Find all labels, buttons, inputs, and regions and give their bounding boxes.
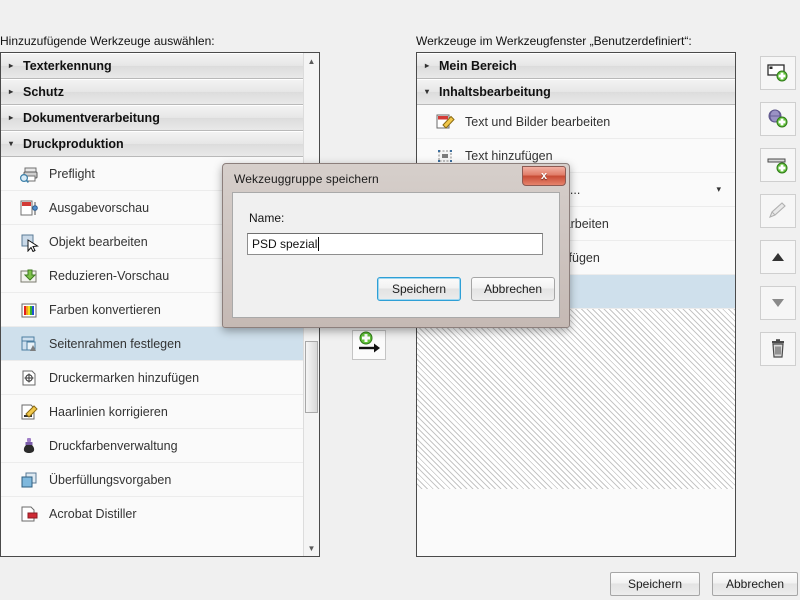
cancel-button[interactable]: Abbrechen: [712, 572, 798, 596]
dialog-title: Wekzeuggruppe speichern: [234, 171, 379, 186]
list-item-label: Acrobat Distiller: [49, 506, 137, 521]
set-page-boxes-icon: [19, 334, 39, 354]
text-caret: [318, 237, 320, 251]
ink-manager-icon: [19, 436, 39, 456]
group-row-mein-bereich[interactable]: ▸ Mein Bereich: [417, 53, 735, 79]
list-item-label: Farben konvertieren: [49, 302, 161, 317]
flattener-preview-icon: [19, 266, 39, 286]
acrobat-distiller-icon: [19, 504, 39, 524]
add-divider-icon: [767, 158, 788, 174]
group-row-dokumentverarbeitung[interactable]: ▸ Dokumentverarbeitung: [1, 105, 303, 131]
list-item-label: Objekt bearbeiten: [49, 234, 148, 249]
save-toolset-dialog: Wekzeuggruppe speichern x Name: PSD spez…: [222, 163, 570, 328]
group-row-schutz[interactable]: ▸ Schutz: [1, 79, 303, 105]
dialog-body: Name: PSD spezial Speichern Abbrechen: [232, 192, 560, 318]
group-label: Mein Bereich: [439, 59, 517, 73]
trap-presets-icon: [19, 470, 39, 490]
list-item-label: Seitenrahmen festlegen: [49, 336, 182, 351]
dialog-cancel-button[interactable]: Abbrechen: [471, 277, 555, 301]
dialog-save-button[interactable]: Speichern: [377, 277, 461, 301]
list-item-label: Überfüllungsvorgaben: [49, 472, 172, 487]
add-group-button[interactable]: [760, 102, 796, 136]
list-item[interactable]: Haarlinien korrigieren: [1, 395, 303, 429]
trash-icon: [772, 339, 784, 358]
chevron-right-icon: ▸: [9, 87, 14, 96]
add-group-icon: [768, 109, 788, 128]
add-divider-button[interactable]: [760, 148, 796, 182]
name-label: Name:: [249, 211, 285, 225]
list-item-label: Druckermarken hinzufügen: [49, 370, 200, 385]
list-item-label: Haarlinien korrigieren: [49, 404, 168, 419]
add-to-right-button[interactable]: [352, 330, 386, 360]
add-printer-marks-icon: [19, 368, 39, 388]
group-row-inhaltsbearbeitung[interactable]: ▾ Inhaltsbearbeitung: [417, 79, 735, 105]
list-item[interactable]: Text und Bilder bearbeiten: [417, 105, 735, 139]
add-to-right-arrow-icon: [359, 331, 380, 353]
rename-button[interactable]: [760, 194, 796, 228]
chevron-down-icon[interactable]: ▾: [716, 184, 721, 195]
move-up-button[interactable]: [760, 240, 796, 274]
right-panel-label: Werkzeuge im Werkzeugfenster „Benutzerde…: [416, 34, 692, 48]
name-input[interactable]: PSD spezial: [247, 233, 543, 255]
chevron-right-icon: ▸: [9, 113, 14, 122]
save-button[interactable]: Speichern: [610, 572, 700, 596]
list-item-label: Ausgabevorschau: [49, 200, 150, 215]
output-preview-icon: [19, 198, 39, 218]
convert-colors-icon: [19, 300, 39, 320]
scrollbar-thumb[interactable]: [305, 341, 318, 413]
group-label: Inhaltsbearbeitung: [439, 85, 551, 99]
chevron-down-icon: ▾: [425, 87, 430, 96]
chevron-right-icon: ▸: [425, 61, 430, 70]
list-item[interactable]: Seitenrahmen festlegen: [1, 327, 303, 361]
group-label: Dokumentverarbeitung: [23, 111, 160, 125]
group-label: Texterkennung: [23, 59, 112, 73]
close-icon[interactable]: x: [522, 166, 566, 186]
list-item-label: Reduzieren-Vorschau: [49, 268, 170, 283]
group-row-druckproduktion[interactable]: ▾ Druckproduktion: [1, 131, 303, 157]
list-item-label: Text hinzufügen: [465, 148, 553, 163]
move-down-button[interactable]: [760, 286, 796, 320]
pencil-icon: [769, 202, 786, 218]
chevron-down-icon: ▾: [9, 139, 14, 148]
list-item[interactable]: Druckfarbenverwaltung: [1, 429, 303, 463]
dialog-titlebar[interactable]: Wekzeuggruppe speichern x: [226, 166, 566, 190]
group-label: Schutz: [23, 85, 64, 99]
arrow-up-icon: [772, 253, 784, 261]
group-label: Druckproduktion: [23, 137, 124, 151]
list-item-label: Text und Bilder bearbeiten: [465, 114, 611, 129]
toolset-editor-toolbar: [760, 56, 796, 378]
chevron-right-icon: ▸: [9, 61, 14, 70]
edit-text-images-icon: [435, 112, 455, 132]
add-panel-button[interactable]: [760, 56, 796, 90]
edit-object-icon: [19, 232, 39, 252]
group-row-texterkennung[interactable]: ▸ Texterkennung: [1, 53, 303, 79]
list-item[interactable]: Überfüllungsvorgaben: [1, 463, 303, 497]
list-item-label: Preflight: [49, 166, 95, 181]
name-input-value: PSD spezial: [252, 237, 318, 251]
scroll-up-icon[interactable]: ▲: [304, 53, 319, 69]
fix-hairlines-icon: [19, 402, 39, 422]
empty-drop-area: [417, 309, 735, 489]
list-item[interactable]: Druckermarken hinzufügen: [1, 361, 303, 395]
add-panel-icon: [767, 64, 788, 82]
preflight-icon: [19, 164, 39, 184]
delete-button[interactable]: [760, 332, 796, 366]
arrow-down-icon: [772, 299, 784, 307]
scroll-down-icon[interactable]: ▼: [304, 540, 319, 556]
list-item[interactable]: Acrobat Distiller: [1, 497, 303, 531]
left-panel-label: Hinzuzufügende Werkzeuge auswählen:: [0, 34, 215, 48]
list-item-label: Druckfarbenverwaltung: [49, 438, 178, 453]
